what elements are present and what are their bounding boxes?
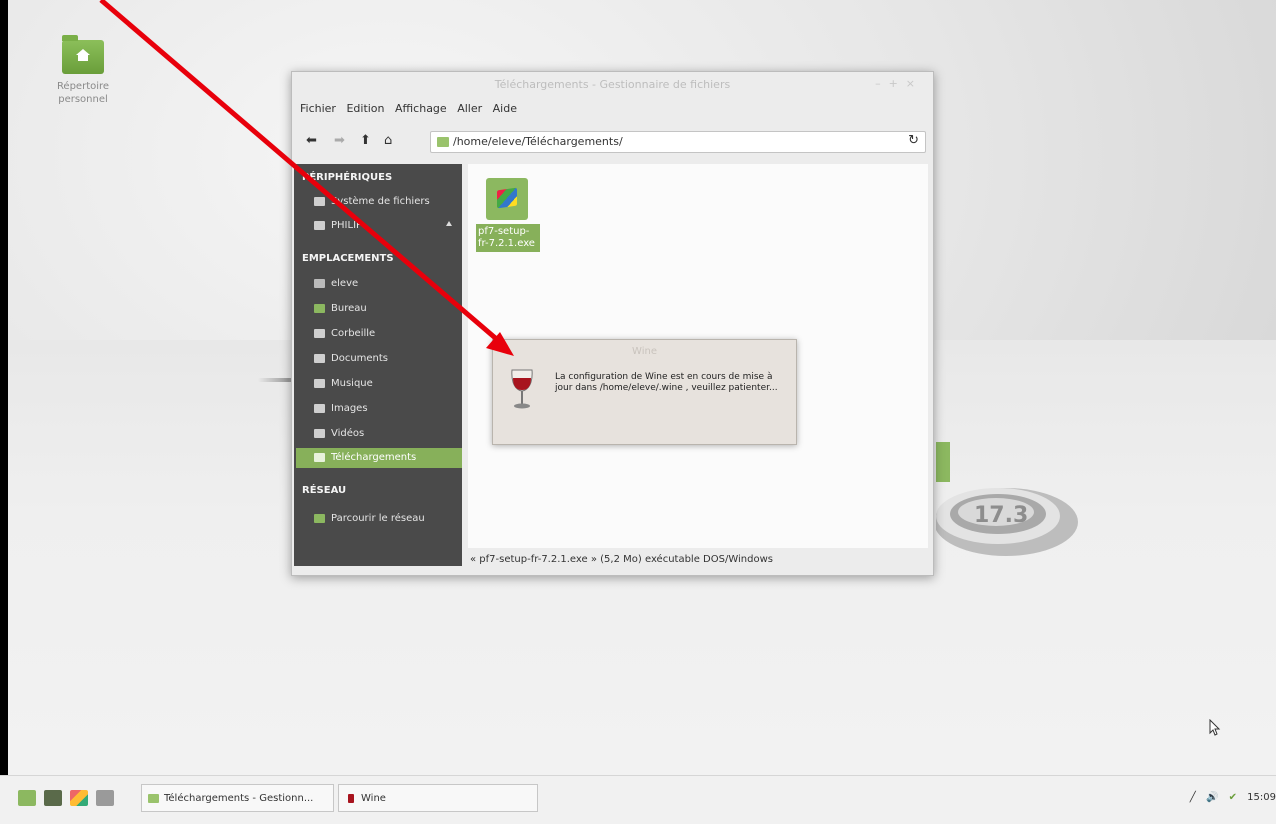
clock[interactable]: 15:09 — [1247, 792, 1276, 803]
firefox-icon[interactable] — [70, 790, 88, 806]
task-wine[interactable]: Wine — [338, 784, 538, 812]
menu-icon[interactable] — [18, 790, 36, 806]
mouse-cursor-icon — [1209, 719, 1221, 736]
terminal-icon[interactable] — [96, 790, 114, 806]
volume-icon[interactable]: 🔊 — [1206, 792, 1218, 803]
show-desktop-icon[interactable] — [44, 790, 62, 806]
task-file-manager[interactable]: Téléchargements - Gestionn... — [141, 784, 334, 812]
folder-icon — [148, 794, 159, 803]
update-shield-icon[interactable]: ✔ — [1229, 792, 1237, 803]
system-tray: ╱ 🔊 ✔ 15:09 — [1183, 792, 1276, 803]
taskbar: Téléchargements - Gestionn... Wine ╱ 🔊 ✔… — [0, 775, 1276, 824]
wine-glass-icon — [348, 794, 354, 803]
network-icon[interactable]: ╱ — [1190, 792, 1196, 803]
red-arrow-annotation — [99, 0, 514, 356]
